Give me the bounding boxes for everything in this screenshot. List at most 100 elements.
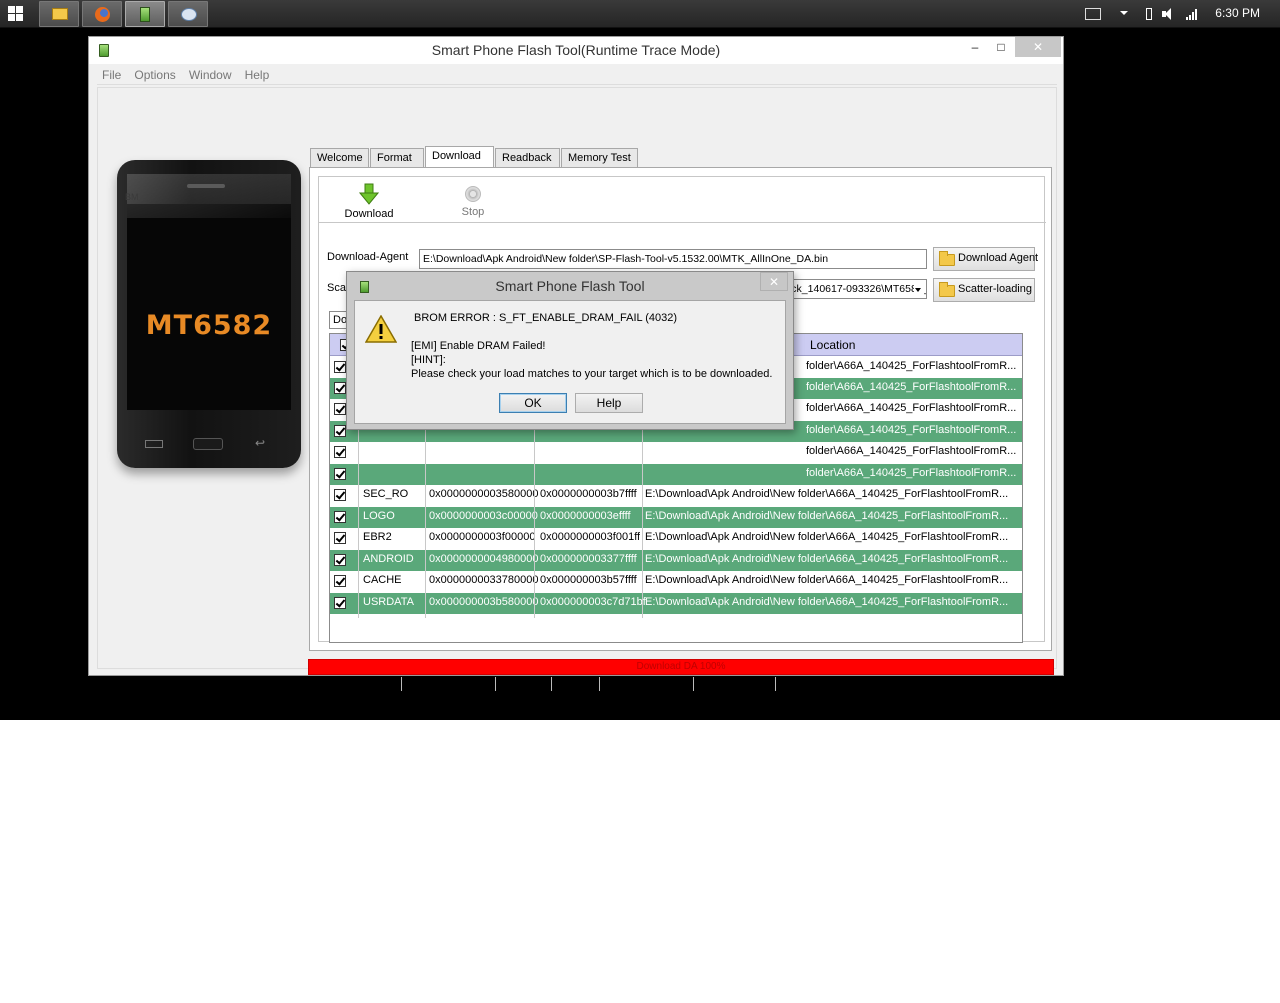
window-title: Smart Phone Flash Tool(Runtime Trace Mod…: [431, 42, 721, 58]
dialog-close-button[interactable]: ✕: [760, 272, 788, 291]
download-agent-field[interactable]: E:\Download\Apk Android\New folder\SP-Fl…: [419, 249, 927, 269]
tab-download[interactable]: Download: [425, 146, 494, 168]
row-checkbox[interactable]: [334, 468, 346, 480]
status-storage: EMMC: [552, 677, 600, 691]
dropdown-arrow-icon[interactable]: [914, 282, 924, 296]
row-checkbox[interactable]: [334, 403, 346, 415]
desktop: 6:30 PM Smart Phone Flash Tool(Runtime T…: [0, 0, 1280, 720]
tab-memory-test[interactable]: Memory Test: [561, 148, 638, 168]
row-checkbox[interactable]: [334, 382, 346, 394]
chip-label: MT6582: [145, 310, 273, 341]
row-checkbox[interactable]: [334, 425, 346, 437]
row-name: SEC_RO: [363, 488, 409, 500]
row-checkbox[interactable]: [334, 361, 346, 373]
status-speed: 468.71K/s: [308, 677, 402, 691]
row-begin-address: 0x0000000003c00000: [429, 510, 538, 522]
table-row[interactable]: SEC_RO 0x0000000003580000 0x0000000003b7…: [330, 485, 1022, 506]
table-row[interactable]: LOGO 0x0000000003c00000 0x0000000003efff…: [330, 507, 1022, 528]
clock[interactable]: 6:30 PM: [1215, 6, 1260, 20]
row-checkbox[interactable]: [334, 532, 346, 544]
help-button[interactable]: Help: [575, 393, 643, 413]
window-titlebar[interactable]: Smart Phone Flash Tool(Runtime Trace Mod…: [89, 37, 1063, 64]
row-begin-address: 0x0000000003580000: [429, 488, 539, 500]
location-header: Location: [810, 338, 856, 352]
folder-icon: [939, 251, 955, 266]
taskbar-firefox[interactable]: [82, 1, 122, 27]
row-checkbox[interactable]: [334, 446, 346, 458]
dialog-message-line-1: [EMI] Enable DRAM Failed!: [411, 340, 546, 352]
row-location: folder\A66A_140425_ForFlashtoolFromR...: [806, 445, 1017, 457]
menu-help[interactable]: Help: [240, 65, 275, 85]
maximize-button[interactable]: □: [987, 37, 1015, 57]
menubar: File Options Window Help: [97, 65, 1057, 85]
row-end-address: 0x0000000003b7ffff: [540, 488, 637, 500]
taskbar-app-4[interactable]: [168, 1, 208, 27]
phone-screen: [127, 204, 291, 410]
dialog-body: BROM ERROR : S_FT_ENABLE_DRAM_FAIL (4032…: [354, 300, 786, 424]
row-end-address: 0x0000000003f001ff: [540, 531, 641, 543]
phone-app-icon: [140, 7, 150, 22]
dialog-title: Smart Phone Flash Tool: [495, 278, 645, 294]
table-row[interactable]: USRDATA 0x000000003b580000 0x000000003c7…: [330, 593, 1022, 614]
download-agent-label: Download-Agent: [327, 251, 409, 263]
row-checkbox[interactable]: [334, 554, 346, 566]
tab-format[interactable]: Format: [370, 148, 424, 168]
row-end-address: 0x000000003c7d71bf: [540, 596, 646, 608]
taskbar-file-explorer[interactable]: [39, 1, 79, 27]
table-row[interactable]: EBR2 0x0000000003f00000 0x0000000003f001…: [330, 528, 1022, 549]
row-location: folder\A66A_140425_ForFlashtoolFromR...: [806, 467, 1017, 479]
stop-button[interactable]: Stop: [443, 181, 503, 218]
minimize-button[interactable]: –: [961, 37, 989, 57]
start-button[interactable]: [8, 6, 24, 22]
menu-window[interactable]: Window: [184, 65, 237, 85]
row-checkbox[interactable]: [334, 489, 346, 501]
battery-icon[interactable]: [1146, 8, 1152, 20]
close-button[interactable]: ✕: [1015, 37, 1061, 57]
row-location: folder\A66A_140425_ForFlashtoolFromR...: [806, 381, 1017, 393]
status-usb-speed: High Speed: [600, 677, 694, 691]
status-bar: 468.71K/s 51.08K EMMC High Speed 0:11 MT…: [308, 677, 1054, 691]
row-begin-address: 0x0000000003f00000: [429, 531, 536, 543]
menu-options[interactable]: Options: [129, 65, 180, 85]
row-name: EBR2: [363, 531, 392, 543]
status-size: 51.08K: [402, 677, 496, 691]
row-end-address: 0x0000000003effff: [540, 510, 631, 522]
dialog-error-code: BROM ERROR : S_FT_ENABLE_DRAM_FAIL (4032…: [414, 312, 678, 324]
tab-readback[interactable]: Readback: [495, 148, 560, 168]
row-begin-address: 0x0000000033780000: [429, 574, 539, 586]
back-key-icon: ↩: [255, 436, 266, 450]
row-name: CACHE: [363, 574, 402, 586]
ok-button[interactable]: OK: [499, 393, 567, 413]
row-begin-address: 0x0000000004980000: [429, 553, 539, 565]
progress-bar: Download DA 100%: [308, 659, 1054, 675]
row-name: ANDROID: [363, 553, 414, 565]
table-row[interactable]: ANDROID 0x0000000004980000 0x00000000337…: [330, 550, 1022, 571]
scatter-loading-button[interactable]: Scatter-loading: [933, 278, 1035, 302]
table-row[interactable]: folder\A66A_140425_ForFlashtoolFromR...: [330, 442, 1022, 463]
scatter-loading-button-label: Scatter-loading: [958, 283, 1032, 295]
row-location: E:\Download\Apk Android\New folder\A66A_…: [645, 596, 1009, 608]
tab-welcome[interactable]: Welcome: [310, 148, 369, 168]
menu-file[interactable]: File: [97, 65, 126, 85]
table-row[interactable]: CACHE 0x0000000033780000 0x000000003b57f…: [330, 571, 1022, 592]
folder-icon: [939, 282, 955, 297]
row-location: E:\Download\Apk Android\New folder\A66A_…: [645, 531, 1009, 543]
table-row[interactable]: folder\A66A_140425_ForFlashtoolFromR...: [330, 464, 1022, 485]
volume-icon[interactable]: [1162, 8, 1176, 20]
row-name: USRDATA: [363, 596, 414, 608]
row-end-address: 0x000000003377ffff: [540, 553, 637, 565]
taskbar-flash-tool[interactable]: [125, 1, 165, 27]
download-agent-button[interactable]: Download Agent: [933, 247, 1038, 271]
chevron-down-icon[interactable]: [1120, 8, 1128, 20]
dialog-message-line-3: Please check your load matches to your t…: [411, 368, 773, 380]
keyboard-icon[interactable]: [1085, 8, 1101, 20]
row-checkbox[interactable]: [334, 511, 346, 523]
row-checkbox[interactable]: [334, 597, 346, 609]
signal-icon[interactable]: [1186, 8, 1200, 20]
progress-text: Download DA 100%: [636, 661, 726, 672]
download-button[interactable]: Download: [339, 181, 399, 220]
row-location: folder\A66A_140425_ForFlashtoolFromR...: [806, 360, 1017, 372]
warning-icon: [365, 315, 397, 343]
paint-icon: [181, 8, 197, 21]
row-checkbox[interactable]: [334, 575, 346, 587]
